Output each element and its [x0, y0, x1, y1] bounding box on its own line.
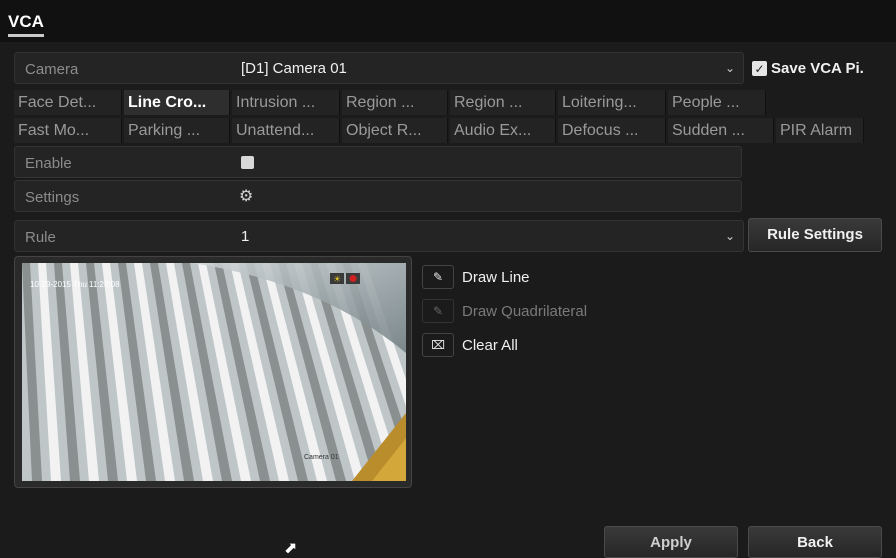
draw-line-label: Draw Line: [462, 268, 530, 286]
rule-settings-button[interactable]: Rule Settings: [748, 218, 882, 252]
pencil-icon: ✎: [422, 265, 454, 289]
camera-image: 10-29-2015 Thu 11:28:08 Camera 01 ☀: [22, 263, 406, 481]
title-bar: VCA: [0, 0, 896, 42]
video-preview[interactable]: 10-29-2015 Thu 11:28:08 Camera 01 ☀: [14, 256, 412, 488]
tab-vca-type[interactable]: Sudden ...: [668, 118, 774, 143]
tab-vca-type[interactable]: Region ...: [342, 90, 448, 115]
save-vca-checkbox[interactable]: ✓ Save VCA Pi.: [752, 60, 864, 77]
vca-type-tabs: Face Det... Line Cro... Intrusion ... Regio…: [14, 90, 884, 144]
tab-vca-type[interactable]: Unattend...: [232, 118, 340, 143]
apply-button[interactable]: Apply: [604, 526, 738, 558]
tab-vca-type[interactable]: Defocus ...: [558, 118, 666, 143]
draw-line-tool[interactable]: ✎ Draw Line: [422, 264, 530, 290]
rule-select[interactable]: 1: [241, 228, 249, 245]
settings-label: Settings: [25, 189, 80, 206]
checkbox-checked-icon[interactable]: ✓: [752, 61, 767, 76]
mouse-cursor-icon: ⬈: [284, 540, 298, 557]
back-button[interactable]: Back: [748, 526, 882, 558]
preview-timestamp: 10-29-2015 Thu 11:28:08: [30, 280, 120, 289]
tab-vca-type[interactable]: Line Cro...: [124, 90, 230, 115]
gear-icon[interactable]: ⚙: [239, 186, 253, 206]
camera-row[interactable]: Camera [D1] Camera 01 ⌄: [14, 52, 744, 84]
camera-label: Camera: [25, 61, 79, 78]
chevron-down-icon[interactable]: ⌄: [725, 61, 735, 75]
tab-vca-type[interactable]: Object R...: [342, 118, 448, 143]
tab-vca-type[interactable]: Loitering...: [558, 90, 666, 115]
tab-vca-type[interactable]: PIR Alarm: [776, 118, 864, 143]
tab-vca-type[interactable]: Parking ...: [124, 118, 230, 143]
tab-vca-type[interactable]: Region ...: [450, 90, 556, 115]
settings-row: Settings ⚙: [14, 180, 742, 212]
draw-quad-label: Draw Quadrilateral: [462, 302, 588, 320]
tab-vca-type[interactable]: People ...: [668, 90, 766, 115]
preview-camera-caption: Camera 01: [304, 454, 339, 461]
clear-icon: ⌧: [422, 333, 454, 357]
save-vca-label: Save VCA Pi.: [771, 60, 864, 77]
clear-all-tool[interactable]: ⌧ Clear All: [422, 332, 518, 358]
tab-vca-type[interactable]: Intrusion ...: [232, 90, 340, 115]
tab-vca-type[interactable]: Face Det...: [14, 90, 122, 115]
quadrilateral-icon: ✎: [422, 299, 454, 323]
enable-checkbox[interactable]: [241, 156, 254, 169]
tab-vca-type[interactable]: Fast Mo...: [14, 118, 122, 143]
camera-select[interactable]: [D1] Camera 01: [241, 60, 347, 77]
vca-panel: Camera [D1] Camera 01 ⌄ ✓ Save VCA Pi. F…: [0, 42, 896, 558]
draw-quadrilateral-tool: ✎ Draw Quadrilateral: [422, 298, 587, 324]
rule-row[interactable]: Rule 1 ⌄: [14, 220, 744, 252]
clear-all-label: Clear All: [462, 336, 518, 354]
enable-row: Enable: [14, 146, 742, 178]
chevron-down-icon[interactable]: ⌄: [725, 229, 735, 243]
rule-label: Rule: [25, 229, 56, 246]
tab-vca-type[interactable]: Audio Ex...: [450, 118, 556, 143]
tab-vca[interactable]: VCA: [8, 12, 44, 37]
enable-label: Enable: [25, 155, 72, 172]
svg-text:☀: ☀: [333, 275, 341, 285]
